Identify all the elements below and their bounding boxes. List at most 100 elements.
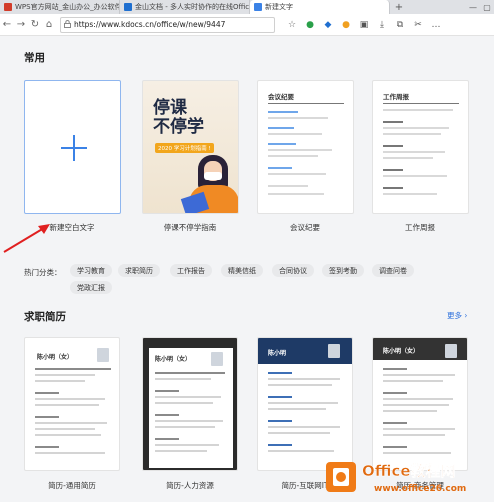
resume-line [155,378,211,380]
resume-photo [97,348,109,362]
download-icon[interactable]: ⤓ [373,18,391,32]
category-chip[interactable]: 工作报告 [170,264,212,277]
doc-line [268,111,298,113]
scissors-icon[interactable]: ✂ [409,18,427,32]
more-link[interactable]: 更多 › [447,310,467,321]
template-card-study-guide[interactable]: 停课 不停学 2020 学习计划指南 ! [142,80,239,214]
resume-line [383,428,455,430]
tab-label: 新建文字 [265,3,293,11]
resume-line [383,392,407,394]
doc-line [383,169,403,171]
tab-wps-official[interactable]: WPS官方网站_金山办公_办公软件 [0,0,120,14]
resume-line [35,392,59,394]
resume-line [268,402,338,404]
category-chip[interactable]: 精美信纸 [221,264,263,277]
template-card-resume-hr[interactable]: 陈小明（女） [142,337,238,471]
resume-line [268,426,340,428]
extension-a-icon[interactable]: ● [301,18,319,32]
resume-line [268,384,332,386]
resume-photo [445,344,457,358]
resume-line [155,444,219,446]
section-title-resume: 求职简历 [24,311,66,323]
star-icon[interactable]: ☆ [283,18,301,32]
extension-b-icon[interactable]: ◆ [319,18,337,32]
poster-tag: 2020 学习计划指南 ! [155,143,214,153]
card-caption: 停课不停学指南 [163,223,217,232]
menu-icon[interactable]: … [427,18,445,32]
category-chip[interactable]: 调查问卷 [372,264,414,277]
resume-line [35,404,99,406]
extension-c-icon[interactable]: ● [337,18,355,32]
doc-title: 会议纪要 [268,93,294,101]
doc-rule [383,103,459,104]
resume-line [268,378,340,380]
resume-line [35,416,59,418]
doc-line [383,145,403,147]
home-icon[interactable]: ⌂ [42,18,56,32]
tab-new-document[interactable]: 新建文字 [250,0,390,14]
resume-line [155,450,207,452]
resume-line [268,444,292,446]
resume-line [155,420,223,422]
minimize-icon[interactable]: — [466,3,480,12]
resume-name: 陈小明 [268,350,287,357]
template-card-resume-business[interactable]: 陈小明（女） [372,337,468,471]
kdocs-favicon [124,3,132,11]
template-card-resume-it[interactable]: 陈小明 [257,337,353,471]
category-chip[interactable]: 合同协议 [272,264,314,277]
maximize-icon[interactable]: ▢ [480,3,494,12]
window-controls: — ▢ [466,0,494,14]
address-url: https://www.kdocs.cn/office/w/new/9447 [74,20,226,29]
resume-name: 陈小明（女） [37,354,74,361]
template-card-meeting-minutes[interactable]: 会议纪要 [257,80,354,214]
illustration-mask [204,172,222,180]
tab-kdocs[interactable]: 金山文档 - 多人实时协作的在线Office [120,0,250,14]
resume-line [35,422,107,424]
resume-name: 陈小明（女） [383,348,420,355]
resume-line [383,446,407,448]
resume-line [155,396,221,398]
template-card-resume-general[interactable]: 陈小明（女） [24,337,120,471]
resume-line [383,368,407,370]
resume-line [268,372,292,374]
reload-icon[interactable]: ↻ [28,18,42,32]
resume-line [268,420,292,422]
doc-line [268,133,322,135]
office-logo-icon [326,462,356,492]
document-favicon [254,3,262,11]
category-chip[interactable]: 求职简历 [118,264,160,277]
back-icon[interactable]: ← [0,18,14,32]
category-chip[interactable]: 党政汇报 [70,281,112,294]
lock-icon [64,19,71,30]
template-card-weekly-report[interactable]: 工作周报 [372,80,469,214]
card-caption: 简历-人力资源 [166,481,214,490]
resume-line [35,446,59,448]
resume-line [35,398,105,400]
resume-line [155,414,179,416]
doc-line [268,143,296,145]
new-blank-document-card[interactable] [24,80,121,214]
doc-line [383,193,437,195]
resume-line [383,422,407,424]
resume-line [268,432,330,434]
collections-icon[interactable]: ⧉ [391,18,409,32]
resume-line [155,438,179,440]
tab-strip: WPS官方网站_金山办公_办公软件 金山文档 - 多人实时协作的在线Office… [0,0,494,14]
address-bar[interactable]: https://www.kdocs.cn/office/w/new/9447 [60,16,275,33]
resume-line [268,396,292,398]
doc-title: 工作周报 [383,93,409,101]
resume-line [383,404,449,406]
extension-d-icon[interactable]: ▣ [355,18,373,32]
resume-line [268,450,334,452]
doc-line [268,193,324,195]
doc-line [268,127,294,129]
category-chip[interactable]: 签到考勤 [322,264,364,277]
doc-line [383,133,441,135]
category-chip[interactable]: 学习教育 [70,264,112,277]
office26-watermark: Office教程网 www.office26.com [322,458,492,502]
new-tab-button[interactable]: + [390,0,408,14]
poster-title: 停课 不停学 [153,98,204,137]
resume-rule [35,368,111,370]
forward-icon[interactable]: → [14,18,28,32]
resume-photo [211,352,223,366]
